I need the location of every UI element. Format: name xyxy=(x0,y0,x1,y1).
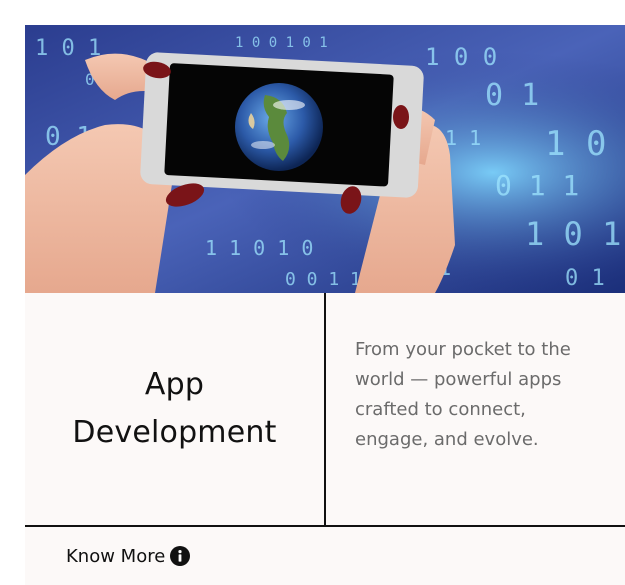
card-body: App Development From your pocket to the … xyxy=(25,293,625,527)
svg-text:1 0 1: 1 0 1 xyxy=(525,215,621,253)
card-description: From your pocket to the world — powerful… xyxy=(355,339,571,450)
svg-text:0 0 1 1: 0 0 1 1 xyxy=(285,269,361,290)
service-card: 1 0 1 0 1 1 0 0 1 1 1 0 0 1 0 0 1 0 0 1 … xyxy=(25,25,625,585)
info-icon xyxy=(170,546,191,566)
hero-image: 1 0 1 0 1 1 0 0 1 1 1 0 0 1 0 0 1 0 0 1 … xyxy=(25,25,625,293)
know-more-label: Know More xyxy=(66,545,166,567)
svg-text:1 0 0: 1 0 0 xyxy=(425,43,497,71)
card-title-line2: Development xyxy=(72,415,277,450)
card-title-line1: App xyxy=(144,367,205,402)
svg-text:0 1: 0 1 xyxy=(565,266,605,291)
card-title: App Development xyxy=(72,361,276,457)
know-more-link[interactable]: Know More xyxy=(66,545,191,567)
svg-text:1 0 1: 1 0 1 xyxy=(35,36,101,61)
description-cell: From your pocket to the world — powerful… xyxy=(326,293,625,525)
svg-text:1 0 0 1 0 1: 1 0 0 1 0 1 xyxy=(235,35,328,51)
card-footer: Know More xyxy=(25,527,625,585)
svg-text:1 0: 1 0 xyxy=(545,124,606,164)
svg-text:0 1 1: 0 1 1 xyxy=(495,169,579,202)
svg-text:1 1: 1 1 xyxy=(445,126,481,150)
title-cell: App Development xyxy=(25,293,326,525)
svg-text:0 1: 0 1 xyxy=(485,78,539,113)
svg-text:1 1 0 1 0: 1 1 0 1 0 xyxy=(205,236,313,260)
